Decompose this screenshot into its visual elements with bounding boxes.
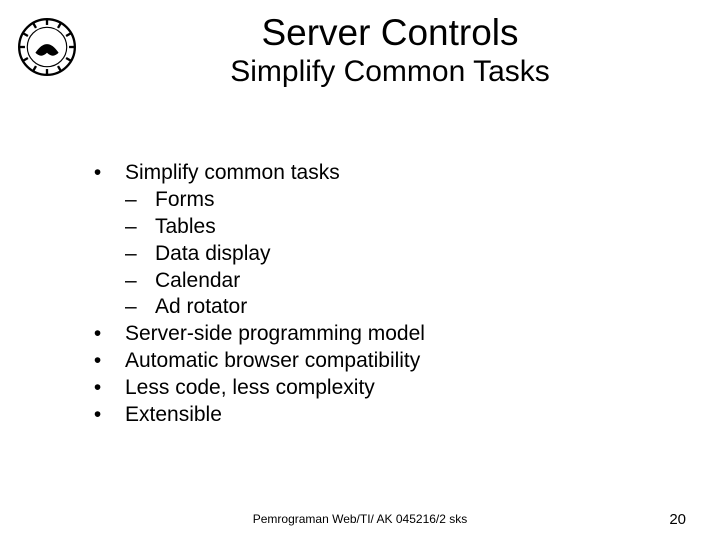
dash-icon: – bbox=[125, 294, 155, 321]
slide-title: Server Controls bbox=[60, 14, 720, 53]
bullet-text: Less code, less complexity bbox=[125, 375, 670, 402]
bullet-dot-icon: • bbox=[70, 321, 125, 348]
bullet-text: Simplify common tasks bbox=[125, 160, 670, 187]
bullet-dot-icon: • bbox=[70, 402, 125, 429]
sub-bullet-text: Tables bbox=[155, 214, 670, 241]
sub-bullet-text: Data display bbox=[155, 241, 670, 268]
sub-bullet-text: Forms bbox=[155, 187, 670, 214]
bullet-text: Server-side programming model bbox=[125, 321, 670, 348]
page-number: 20 bbox=[669, 511, 686, 528]
slide: Server Controls Simplify Common Tasks • … bbox=[0, 0, 720, 540]
sub-bullet-text: Ad rotator bbox=[155, 294, 670, 321]
bullet-text: Extensible bbox=[125, 402, 670, 429]
bullet-dot-icon: • bbox=[70, 160, 125, 187]
sub-bullet-text: Calendar bbox=[155, 268, 670, 295]
sub-bullet-item: – Calendar bbox=[70, 268, 670, 295]
sub-bullet-item: – Ad rotator bbox=[70, 294, 670, 321]
title-block: Server Controls Simplify Common Tasks bbox=[0, 14, 720, 88]
dash-icon: – bbox=[125, 187, 155, 214]
sub-bullet-item: – Forms bbox=[70, 187, 670, 214]
bullet-item: • Server-side programming model bbox=[70, 321, 670, 348]
bullet-item: • Extensible bbox=[70, 402, 670, 429]
slide-subtitle: Simplify Common Tasks bbox=[60, 55, 720, 88]
bullet-dot-icon: • bbox=[70, 375, 125, 402]
dash-icon: – bbox=[125, 268, 155, 295]
bullet-item: • Less code, less complexity bbox=[70, 375, 670, 402]
slide-body: • Simplify common tasks – Forms – Tables… bbox=[70, 160, 670, 429]
sub-bullet-item: – Data display bbox=[70, 241, 670, 268]
bullet-item: • Simplify common tasks bbox=[70, 160, 670, 187]
dash-icon: – bbox=[125, 241, 155, 268]
bullet-item: • Automatic browser compatibility bbox=[70, 348, 670, 375]
bullet-text: Automatic browser compatibility bbox=[125, 348, 670, 375]
footer-text: Pemrograman Web/TI/ AK 045216/2 sks bbox=[0, 512, 720, 526]
sub-bullet-item: – Tables bbox=[70, 214, 670, 241]
dash-icon: – bbox=[125, 214, 155, 241]
bullet-dot-icon: • bbox=[70, 348, 125, 375]
